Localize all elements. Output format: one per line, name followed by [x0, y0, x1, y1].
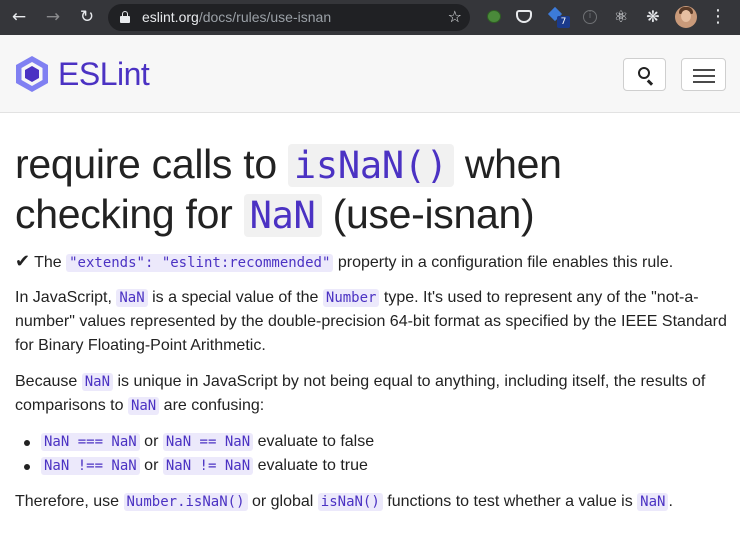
checkmark-icon: ✔ [15, 251, 31, 272]
extension-badge-icon[interactable]: 7 [547, 6, 570, 28]
url-host: eslint.org [142, 9, 199, 25]
address-bar[interactable]: eslint.org/docs/rules/use-isnan ☆ [108, 4, 470, 31]
site-header: ESLint [0, 35, 740, 113]
paragraph-therefore: Therefore, use Number.isNaN() or global … [15, 493, 673, 511]
inline-code: NaN === NaN [41, 433, 140, 451]
inline-code: isNaN() [317, 493, 383, 511]
eslint-logo-icon[interactable] [13, 55, 51, 93]
back-arrow-icon[interactable]: ← [8, 6, 30, 28]
list-item: NaN !== NaN or NaN != NaN evaluate to tr… [15, 454, 374, 478]
browser-toolbar: ← → ↻ eslint.org/docs/rules/use-isnan ☆ … [0, 0, 740, 35]
inline-code: NaN == NaN [162, 433, 254, 451]
inline-code: NaN [127, 397, 160, 415]
bookmark-star-icon[interactable]: ☆ [448, 7, 462, 26]
extension-info-icon[interactable]: i [580, 7, 600, 27]
paragraph-intro: In JavaScript, NaN is a special value of… [15, 289, 727, 354]
inline-code: NaN [637, 493, 669, 511]
profile-avatar[interactable] [675, 6, 697, 28]
url-text[interactable]: eslint.org/docs/rules/use-isnan [142, 9, 331, 26]
title-code-isnan: isNaN() [287, 144, 454, 187]
search-button[interactable] [623, 58, 666, 91]
main-content: require calls to isNaN() when checking f… [15, 140, 730, 511]
menu-button[interactable] [681, 58, 726, 91]
react-devtools-icon[interactable]: ⚛ [611, 7, 631, 27]
forward-arrow-icon[interactable]: → [42, 6, 64, 28]
lock-icon[interactable] [120, 11, 130, 23]
url-path: /docs/rules/use-isnan [198, 9, 332, 25]
page-title: require calls to isNaN() when checking f… [15, 141, 562, 237]
brand-name[interactable]: ESLint [58, 55, 150, 93]
hamburger-icon [693, 69, 715, 71]
recommended-note: ✔ The "extends": "eslint:recommended" pro… [15, 251, 674, 272]
inline-code: NaN != NaN [162, 457, 254, 475]
inline-code: NaN [116, 289, 148, 307]
pocket-icon[interactable] [514, 7, 534, 27]
inline-code: NaN !== NaN [41, 457, 140, 475]
title-code-nan: NaN [243, 194, 322, 237]
inline-code: Number.isNaN() [123, 493, 248, 511]
extensions-puzzle-icon[interactable]: ❋ [643, 7, 663, 27]
list-item: NaN === NaN or NaN == NaN evaluate to fa… [15, 430, 374, 454]
comparison-list: NaN === NaN or NaN == NaN evaluate to fa… [15, 430, 374, 478]
inline-code: "extends": "eslint:recommended" [66, 254, 334, 272]
inline-code: Number [322, 289, 380, 307]
browser-menu-icon[interactable]: ⋮ [708, 6, 728, 28]
inline-code: NaN [81, 373, 114, 391]
extension-green-icon[interactable] [484, 7, 504, 27]
reload-icon[interactable]: ↻ [76, 6, 98, 28]
extension-badge-count: 7 [557, 16, 570, 28]
paragraph-because: Because NaN is unique in JavaScript by n… [15, 373, 706, 415]
